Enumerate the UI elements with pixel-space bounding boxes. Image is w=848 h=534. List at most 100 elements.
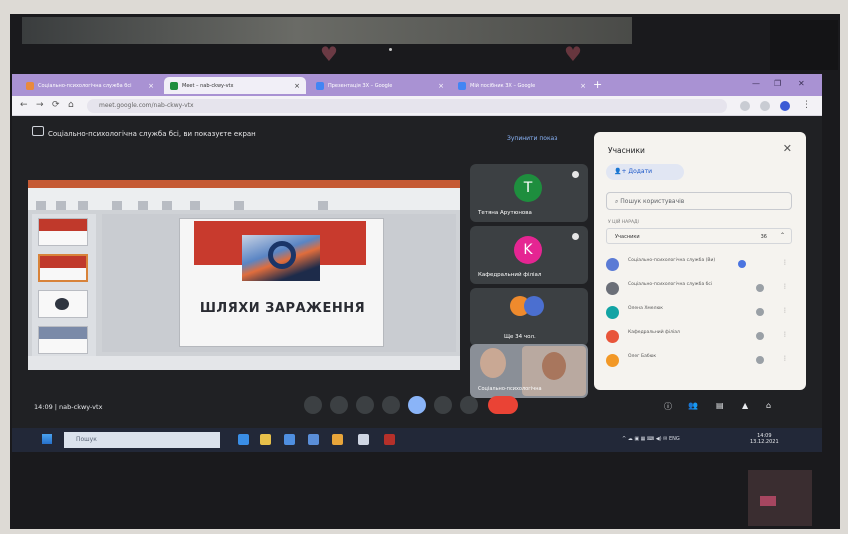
desk-light <box>760 496 776 506</box>
tab-favicon-icon <box>26 81 34 90</box>
close-icon[interactable]: × <box>143 82 154 90</box>
chevron-up-icon: ⌃ <box>779 232 785 239</box>
participant-row: Соціально-психологічна служба бсі ⋮ <box>606 278 792 298</box>
participant-row: Олег Бабюк ⋮ <box>606 350 792 370</box>
leave-call-button[interactable] <box>488 396 518 414</box>
meeting-info: 14:09 | nab-ckwy-vtx <box>34 403 103 411</box>
participants-group[interactable]: Учасники 36 ⌃ <box>606 228 792 244</box>
taskbar-search-input[interactable]: Пошук <box>64 432 220 448</box>
browser-tab[interactable]: Мій посібник ЗХ – Google × <box>452 77 592 94</box>
participant-name: Кафедральний філіал <box>628 330 680 335</box>
shared-screen: ШЛЯХИ ЗАРАЖЕННЯ <box>28 180 460 370</box>
url-input[interactable]: meet.google.com/nab-ckwy-vtx <box>87 99 727 113</box>
browser-tab[interactable]: Презентація ЗХ – Google × <box>310 77 450 94</box>
lock-icon[interactable]: ⌂ <box>766 401 771 410</box>
close-icon[interactable]: × <box>289 82 300 90</box>
raise-hand-button[interactable] <box>382 396 400 414</box>
heart-sticker-icon: ♥ <box>564 42 582 66</box>
edge-icon[interactable] <box>238 434 249 445</box>
browser-tab[interactable]: Соціально-психологічна служба бсі × <box>20 77 160 94</box>
mail-icon[interactable] <box>308 434 319 445</box>
maximize-icon[interactable]: ❐ <box>774 79 781 88</box>
docs-favicon-icon <box>316 81 324 90</box>
system-tray: ^ ☁ ▣ ▦ ⌨ ◀) ✉ ENG <box>622 436 680 442</box>
app-icon[interactable] <box>358 434 369 445</box>
present-screen-icon <box>32 126 44 136</box>
powerpoint-icon[interactable] <box>384 434 395 445</box>
mic-button[interactable] <box>304 396 322 414</box>
folder-icon[interactable] <box>260 434 271 445</box>
monitor-bezel-corner <box>770 20 838 70</box>
avatar <box>606 330 619 343</box>
ribbon-button-icon <box>162 201 172 210</box>
more-icon[interactable]: ⋮ <box>782 283 788 290</box>
chat-icon[interactable]: ▤ <box>716 401 724 410</box>
participant-tile[interactable]: K Кафедральний філіал <box>470 226 588 284</box>
mic-icon[interactable] <box>756 284 764 292</box>
activities-icon[interactable]: ▲ <box>742 401 748 410</box>
mic-off-icon[interactable] <box>756 332 764 340</box>
more-icon[interactable]: ⋮ <box>782 355 788 362</box>
participant-face <box>480 348 506 378</box>
present-button[interactable] <box>408 396 426 414</box>
windows-start-icon[interactable] <box>42 434 52 444</box>
ribbon-button-icon <box>78 201 88 210</box>
menu-dots-icon[interactable]: ⋮ <box>802 100 811 110</box>
close-window-icon[interactable]: ✕ <box>798 79 805 88</box>
close-icon[interactable]: ✕ <box>783 142 792 155</box>
extension-icon[interactable] <box>760 101 770 111</box>
webcam-icon <box>389 48 392 51</box>
ribbon-button-icon <box>112 201 122 210</box>
speaking-icon <box>738 260 746 268</box>
chrome-icon[interactable] <box>332 434 343 445</box>
taskbar-clock[interactable]: 14:09 13.12.2021 <box>750 433 779 445</box>
browser-tab-active[interactable]: Meet – nab-ckwy-vtx × <box>164 77 306 94</box>
info-icon[interactable]: ⓘ <box>664 401 672 412</box>
mic-off-icon[interactable] <box>756 308 764 316</box>
participant-name: Кафедральний філіал <box>478 272 542 278</box>
ribbon-button-icon <box>234 201 244 210</box>
more-icon[interactable]: ⋮ <box>782 259 788 266</box>
store-icon[interactable] <box>284 434 295 445</box>
camera-button[interactable] <box>330 396 348 414</box>
section-label: У ЦІЙ НАРАДІ <box>608 220 639 225</box>
powerpoint-titlebar <box>28 180 460 188</box>
more-options-button[interactable] <box>460 396 478 414</box>
mic-off-icon[interactable] <box>756 356 764 364</box>
more-icon[interactable]: ⋮ <box>782 331 788 338</box>
forward-icon[interactable]: → <box>36 100 44 110</box>
profile-avatar[interactable] <box>780 101 790 111</box>
mic-off-icon <box>572 171 579 178</box>
search-input[interactable]: ⌕ Пошук користувачів <box>606 192 792 210</box>
stop-presenting-button[interactable]: Зупинити показ <box>507 135 557 142</box>
reactions-button[interactable] <box>434 396 452 414</box>
people-icon[interactable]: 👥 <box>688 401 698 410</box>
participant-tile-group[interactable]: Ще 34 чол. <box>470 288 588 346</box>
new-tab-icon[interactable]: + <box>593 79 602 90</box>
home-icon[interactable]: ⌂ <box>68 100 74 110</box>
presenting-banner: Соціально-психологічна служба бсі, ви по… <box>48 130 256 138</box>
more-icon[interactable]: ⋮ <box>782 307 788 314</box>
back-icon[interactable]: ← <box>20 100 28 110</box>
avatar <box>606 354 619 367</box>
group-label: Учасники <box>615 234 640 240</box>
browser-tab-bar: Соціально-психологічна служба бсі × Meet… <box>12 74 822 96</box>
participant-tile[interactable]: T Тетяна Арутюнова <box>470 164 588 222</box>
ribbon-button-icon <box>138 201 148 210</box>
slide-thumbnails <box>32 214 96 364</box>
extension-icon[interactable] <box>740 101 750 111</box>
heart-sticker-icon: ♥ <box>320 42 338 66</box>
minimize-icon[interactable]: — <box>752 79 760 88</box>
close-icon[interactable]: × <box>433 82 444 90</box>
powerpoint-ribbon <box>28 188 460 210</box>
captions-button[interactable] <box>356 396 374 414</box>
avatar <box>606 306 619 319</box>
tab-label: Meet – nab-ckwy-vtx <box>182 82 234 89</box>
slide-thumbnail-selected <box>38 254 88 282</box>
reload-icon[interactable]: ⟳ <box>52 100 60 110</box>
add-people-button[interactable]: 👤+ Додати <box>606 164 684 180</box>
avatar <box>606 282 619 295</box>
tab-label: Мій посібник ЗХ – Google <box>470 82 536 89</box>
close-icon[interactable]: × <box>575 82 586 90</box>
self-video-tile[interactable]: Соціально-психологічна <box>470 344 588 398</box>
